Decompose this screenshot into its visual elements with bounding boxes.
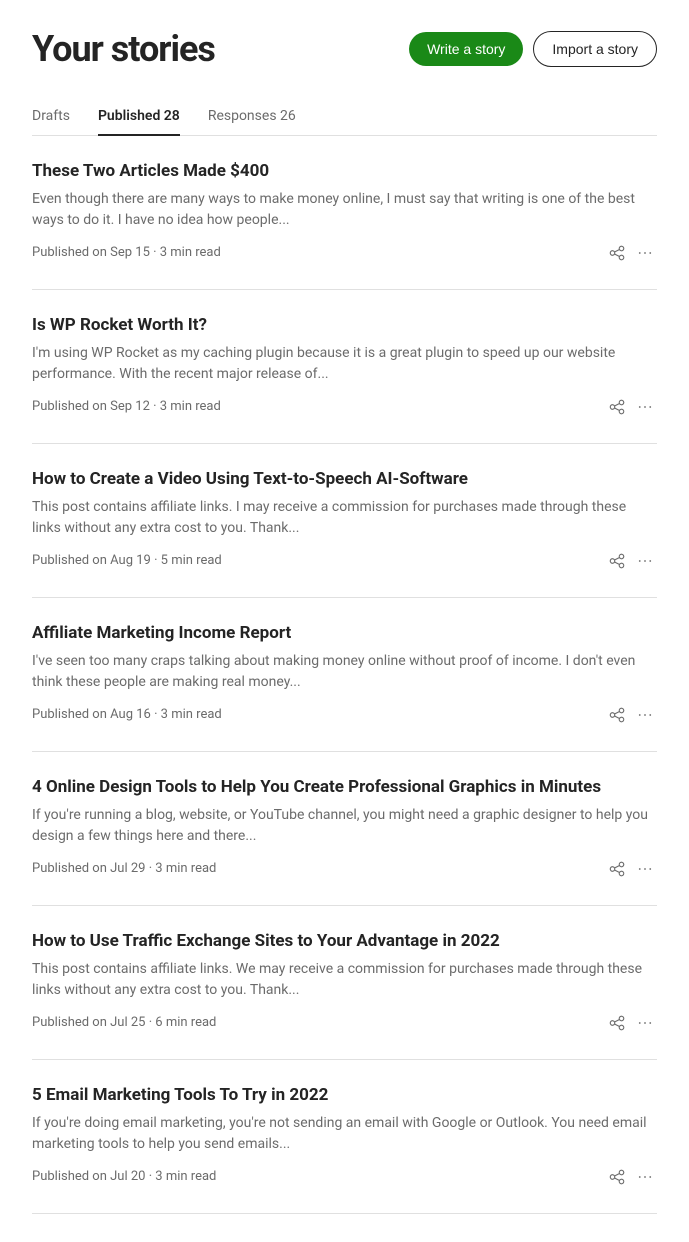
story-meta: Published on Sep 15 · 3 min read xyxy=(32,241,657,265)
meta-icons xyxy=(605,241,657,265)
story-meta: Published on Jul 25 · 6 min read xyxy=(32,1011,657,1035)
story-title[interactable]: 5 Email Marketing Tools To Try in 2022 xyxy=(32,1084,657,1107)
more-options-icon[interactable] xyxy=(633,549,657,573)
story-excerpt: If you're doing email marketing, you're … xyxy=(32,1113,657,1155)
story-item: These Two Articles Made $400 Even though… xyxy=(32,136,657,290)
import-story-button[interactable]: Import a story xyxy=(533,31,657,67)
story-meta-text: Published on Aug 16 · 3 min read xyxy=(32,707,597,722)
story-meta: Published on Aug 16 · 3 min read xyxy=(32,703,657,727)
meta-icons xyxy=(605,1011,657,1035)
tabs-bar: Drafts Published 28 Responses 26 xyxy=(32,98,657,136)
share-icon[interactable] xyxy=(605,395,629,419)
story-item: 5 Email Marketing Tools To Try in 2022 I… xyxy=(32,1060,657,1214)
story-meta: Published on Jul 29 · 3 min read xyxy=(32,857,657,881)
share-icon[interactable] xyxy=(605,549,629,573)
more-options-icon[interactable] xyxy=(633,703,657,727)
tab-responses[interactable]: Responses 26 xyxy=(208,98,296,136)
page-title: Your stories xyxy=(32,28,215,70)
story-excerpt: Even though there are many ways to make … xyxy=(32,189,657,231)
header-buttons: Write a story Import a story xyxy=(409,31,657,67)
more-options-icon[interactable] xyxy=(633,1011,657,1035)
story-meta-text: Published on Aug 19 · 5 min read xyxy=(32,553,597,568)
story-excerpt: I've seen too many craps talking about m… xyxy=(32,651,657,693)
story-title[interactable]: These Two Articles Made $400 xyxy=(32,160,657,183)
more-options-icon[interactable] xyxy=(633,1165,657,1189)
stories-list: These Two Articles Made $400 Even though… xyxy=(32,136,657,1214)
story-title[interactable]: 4 Online Design Tools to Help You Create… xyxy=(32,776,657,799)
story-item: How to Use Traffic Exchange Sites to You… xyxy=(32,906,657,1060)
meta-icons xyxy=(605,1165,657,1189)
story-meta: Published on Aug 19 · 5 min read xyxy=(32,549,657,573)
story-title[interactable]: How to Create a Video Using Text-to-Spee… xyxy=(32,468,657,491)
story-item: Affiliate Marketing Income Report I've s… xyxy=(32,598,657,752)
story-meta-text: Published on Jul 20 · 3 min read xyxy=(32,1169,597,1184)
story-meta-text: Published on Sep 12 · 3 min read xyxy=(32,399,597,414)
page-header: Your stories Write a story Import a stor… xyxy=(32,28,657,70)
story-meta-text: Published on Jul 29 · 3 min read xyxy=(32,861,597,876)
story-title[interactable]: Affiliate Marketing Income Report xyxy=(32,622,657,645)
story-title[interactable]: Is WP Rocket Worth It? xyxy=(32,314,657,337)
share-icon[interactable] xyxy=(605,703,629,727)
more-options-icon[interactable] xyxy=(633,395,657,419)
story-excerpt: I'm using WP Rocket as my caching plugin… xyxy=(32,343,657,385)
share-icon[interactable] xyxy=(605,1011,629,1035)
meta-icons xyxy=(605,703,657,727)
story-item: 4 Online Design Tools to Help You Create… xyxy=(32,752,657,906)
story-meta: Published on Sep 12 · 3 min read xyxy=(32,395,657,419)
meta-icons xyxy=(605,857,657,881)
write-story-button[interactable]: Write a story xyxy=(409,32,523,66)
story-meta-text: Published on Sep 15 · 3 min read xyxy=(32,245,597,260)
story-meta: Published on Jul 20 · 3 min read xyxy=(32,1165,657,1189)
share-icon[interactable] xyxy=(605,857,629,881)
more-options-icon[interactable] xyxy=(633,241,657,265)
meta-icons xyxy=(605,549,657,573)
meta-icons xyxy=(605,395,657,419)
story-excerpt: If you're running a blog, website, or Yo… xyxy=(32,805,657,847)
more-options-icon[interactable] xyxy=(633,857,657,881)
tab-published[interactable]: Published 28 xyxy=(98,98,180,136)
story-item: Is WP Rocket Worth It? I'm using WP Rock… xyxy=(32,290,657,444)
share-icon[interactable] xyxy=(605,241,629,265)
story-excerpt: This post contains affiliate links. We m… xyxy=(32,959,657,1001)
story-item: How to Create a Video Using Text-to-Spee… xyxy=(32,444,657,598)
story-meta-text: Published on Jul 25 · 6 min read xyxy=(32,1015,597,1030)
tab-drafts[interactable]: Drafts xyxy=(32,98,70,136)
share-icon[interactable] xyxy=(605,1165,629,1189)
story-excerpt: This post contains affiliate links. I ma… xyxy=(32,497,657,539)
story-title[interactable]: How to Use Traffic Exchange Sites to You… xyxy=(32,930,657,953)
page-container: Your stories Write a story Import a stor… xyxy=(0,0,689,1242)
